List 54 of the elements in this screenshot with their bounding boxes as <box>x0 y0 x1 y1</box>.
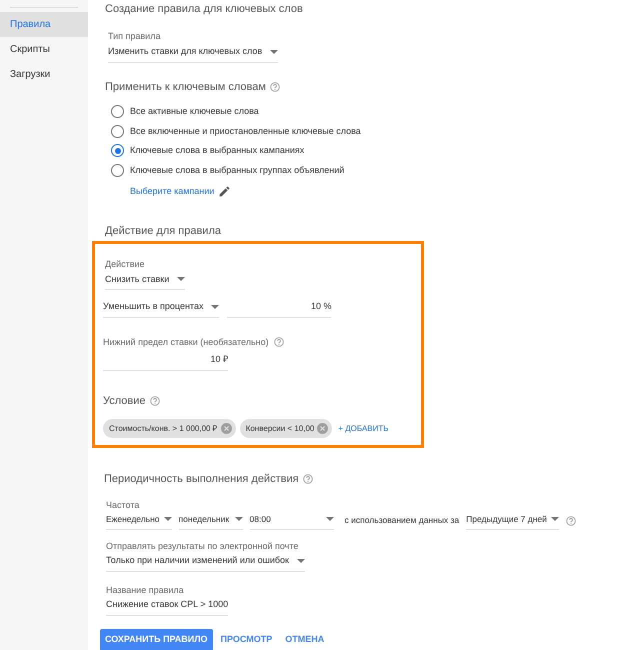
sidebar-item[interactable]: Загрузки <box>0 62 88 87</box>
condition-chip[interactable]: Стоимость/конв. > 1 000,00 ₽ <box>103 419 236 438</box>
action-select[interactable]: Снизить ставки <box>105 272 186 290</box>
add-condition-link[interactable]: + ДОБАВИТЬ <box>338 422 389 434</box>
field-label: Действие <box>105 258 146 271</box>
caret-icon <box>550 517 559 522</box>
caret-icon <box>326 517 334 522</box>
help-icon <box>302 474 313 484</box>
field-label: Нижний предел ставки (необязательно) <box>103 336 269 349</box>
field-label: Отправлять результаты по электронной почте <box>106 540 300 553</box>
radio-label: Все включенные и приостановленные ключевые слова <box>130 124 361 138</box>
rule-type-select[interactable]: Изменить ставки для ключевых слов <box>108 45 278 62</box>
adjust-select[interactable]: Уменьшить в процентах <box>103 300 220 318</box>
radio-button[interactable] <box>111 105 124 118</box>
help-icon <box>566 516 576 526</box>
text-button[interactable]: ОТМЕНА <box>280 628 330 650</box>
lower-limit-field[interactable]: 10 ₽ <box>103 353 228 370</box>
section-heading: Периодичность выполнения действия <box>104 472 299 487</box>
data-range-label: с использованием данных за <box>344 514 460 527</box>
caret-icon <box>234 517 243 522</box>
caret-icon <box>177 277 186 282</box>
radio-label: Ключевые слова в выбранных группах объявлений <box>130 164 344 177</box>
range-select[interactable]: Предыдущие 7 дней <box>466 513 559 530</box>
section-heading: Применить к ключевым словам <box>105 80 266 94</box>
day-select[interactable]: понедельник <box>178 513 243 530</box>
condition-chip[interactable]: Конверсии < 10,00 <box>240 419 332 438</box>
caret-icon <box>297 559 305 563</box>
pencil-icon[interactable] <box>218 185 232 198</box>
field-label: Частота <box>106 498 140 512</box>
radio-button[interactable] <box>111 164 124 177</box>
radio-label: Все активные ключевые слова <box>130 105 259 118</box>
radio-label: Ключевые слова в выбранных кампаниях <box>130 144 304 157</box>
amount-field[interactable]: 10 % <box>227 300 332 318</box>
sidebar-item[interactable]: Скрипты <box>0 37 88 62</box>
help-icon <box>150 396 160 406</box>
radio-button[interactable] <box>111 124 124 138</box>
text-button[interactable]: ПРОСМОТР <box>216 628 278 650</box>
radio-button[interactable] <box>111 144 124 158</box>
section-heading: Создание правила для ключевых слов <box>105 2 303 17</box>
section-heading: Действие для правила <box>105 224 221 238</box>
email-select[interactable]: Только при наличии изменений или ошибок <box>106 554 305 572</box>
save-button[interactable]: СОХРАНИТЬ ПРАВИЛО <box>100 628 213 650</box>
select-campaigns-link[interactable]: Выберите кампании <box>130 185 214 198</box>
caret-icon <box>164 517 172 522</box>
field-label: Тип правила <box>108 30 162 43</box>
caret-icon <box>211 304 220 309</box>
section-heading: Условие <box>103 394 146 408</box>
help-icon <box>274 337 284 348</box>
caret-icon <box>270 50 278 54</box>
rule-name-field[interactable]: Снижение ставок CPL > 1000 <box>106 598 228 616</box>
frequency-select[interactable]: Еженедельно <box>106 513 172 530</box>
field-label: Название правила <box>106 584 185 597</box>
time-select[interactable]: 08:00 <box>250 513 334 530</box>
help-icon <box>270 82 280 92</box>
